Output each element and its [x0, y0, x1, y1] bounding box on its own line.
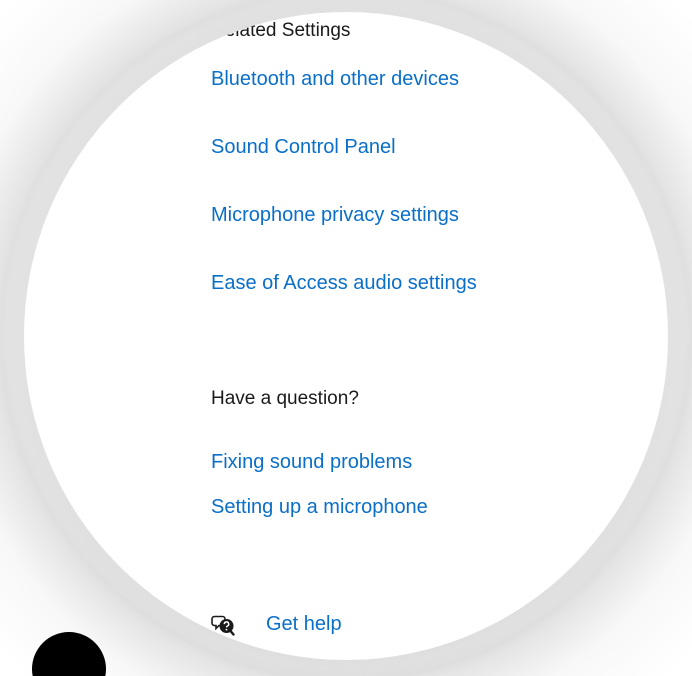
- related-settings-heading: Related Settings: [211, 20, 351, 41]
- settings-panel: Related Settings Bluetooth and other dev…: [211, 12, 651, 660]
- chat-help-icon: [211, 612, 235, 636]
- have-a-question-heading: Have a question?: [211, 388, 359, 409]
- setting-up-microphone-link[interactable]: Setting up a microphone: [211, 494, 428, 520]
- sound-control-panel-link[interactable]: Sound Control Panel: [211, 134, 396, 160]
- magnified-screen: Related Settings Bluetooth and other dev…: [0, 0, 692, 676]
- fixing-sound-problems-link[interactable]: Fixing sound problems: [211, 449, 412, 475]
- ease-of-access-audio-link[interactable]: Ease of Access audio settings: [211, 270, 477, 296]
- microphone-privacy-link[interactable]: Microphone privacy settings: [211, 202, 459, 228]
- get-help-label: Get help: [266, 613, 342, 635]
- get-help-row[interactable]: Get help: [211, 610, 342, 638]
- magnifier-lens: Related Settings Bluetooth and other dev…: [24, 12, 668, 660]
- bluetooth-devices-link[interactable]: Bluetooth and other devices: [211, 66, 459, 92]
